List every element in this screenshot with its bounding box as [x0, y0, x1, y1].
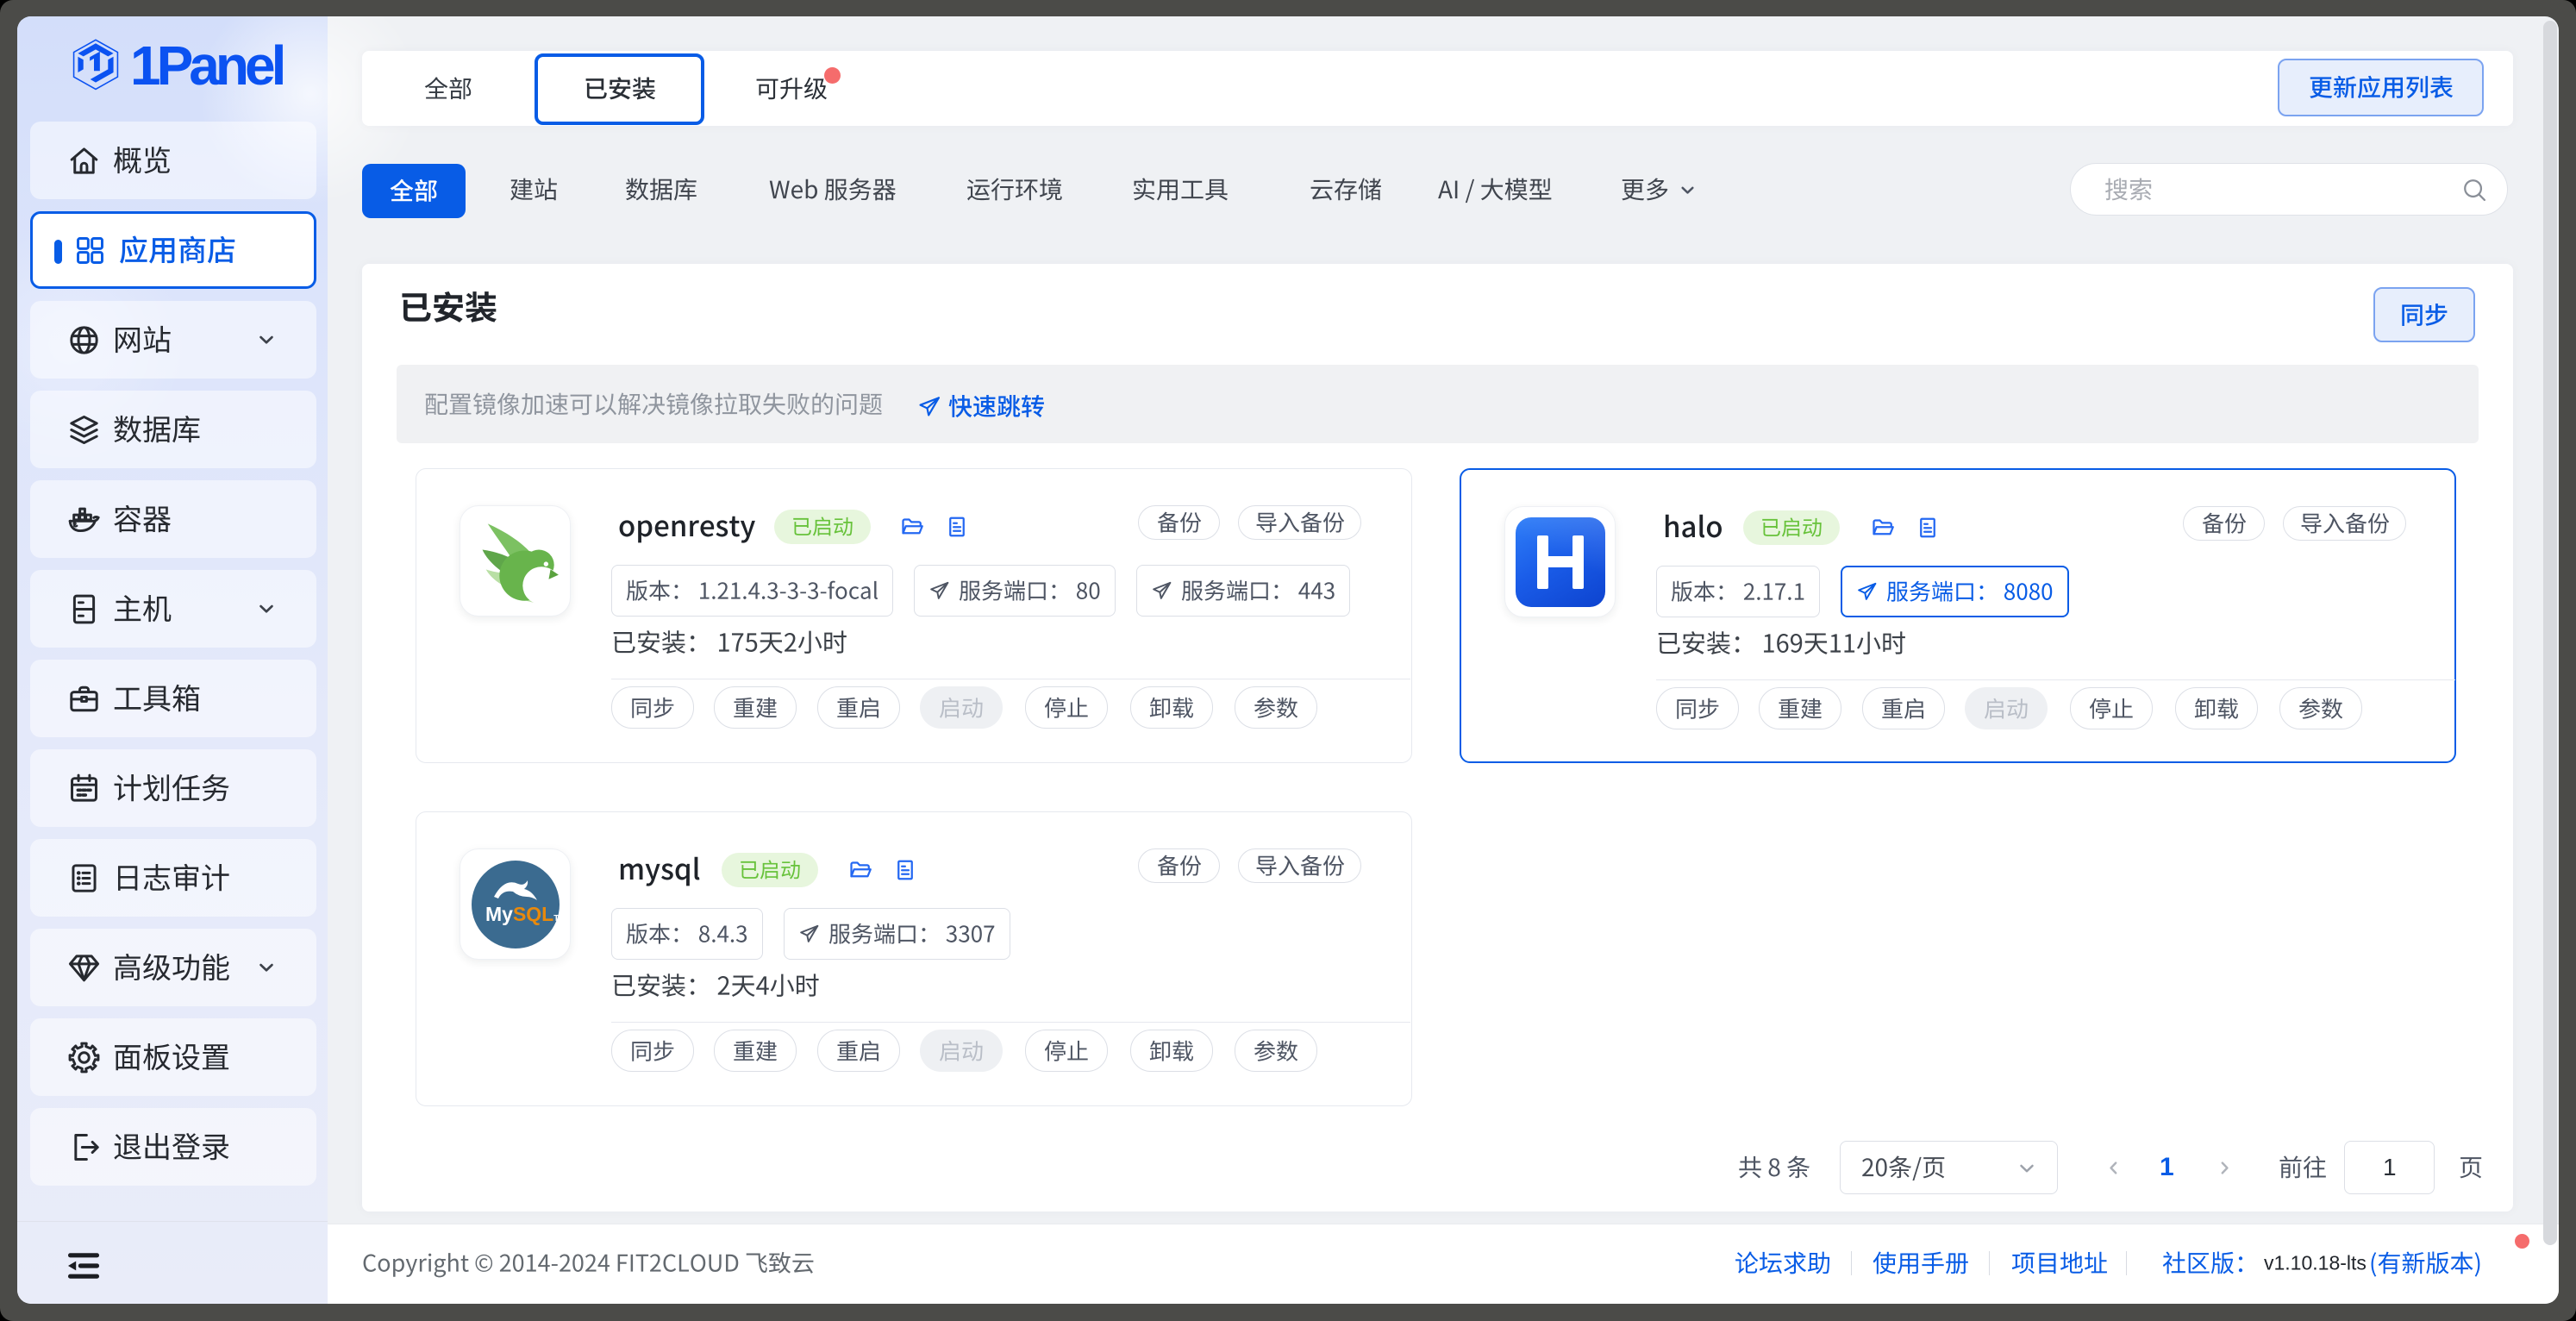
svg-text:MySQLTM: MySQLTM [485, 903, 560, 925]
